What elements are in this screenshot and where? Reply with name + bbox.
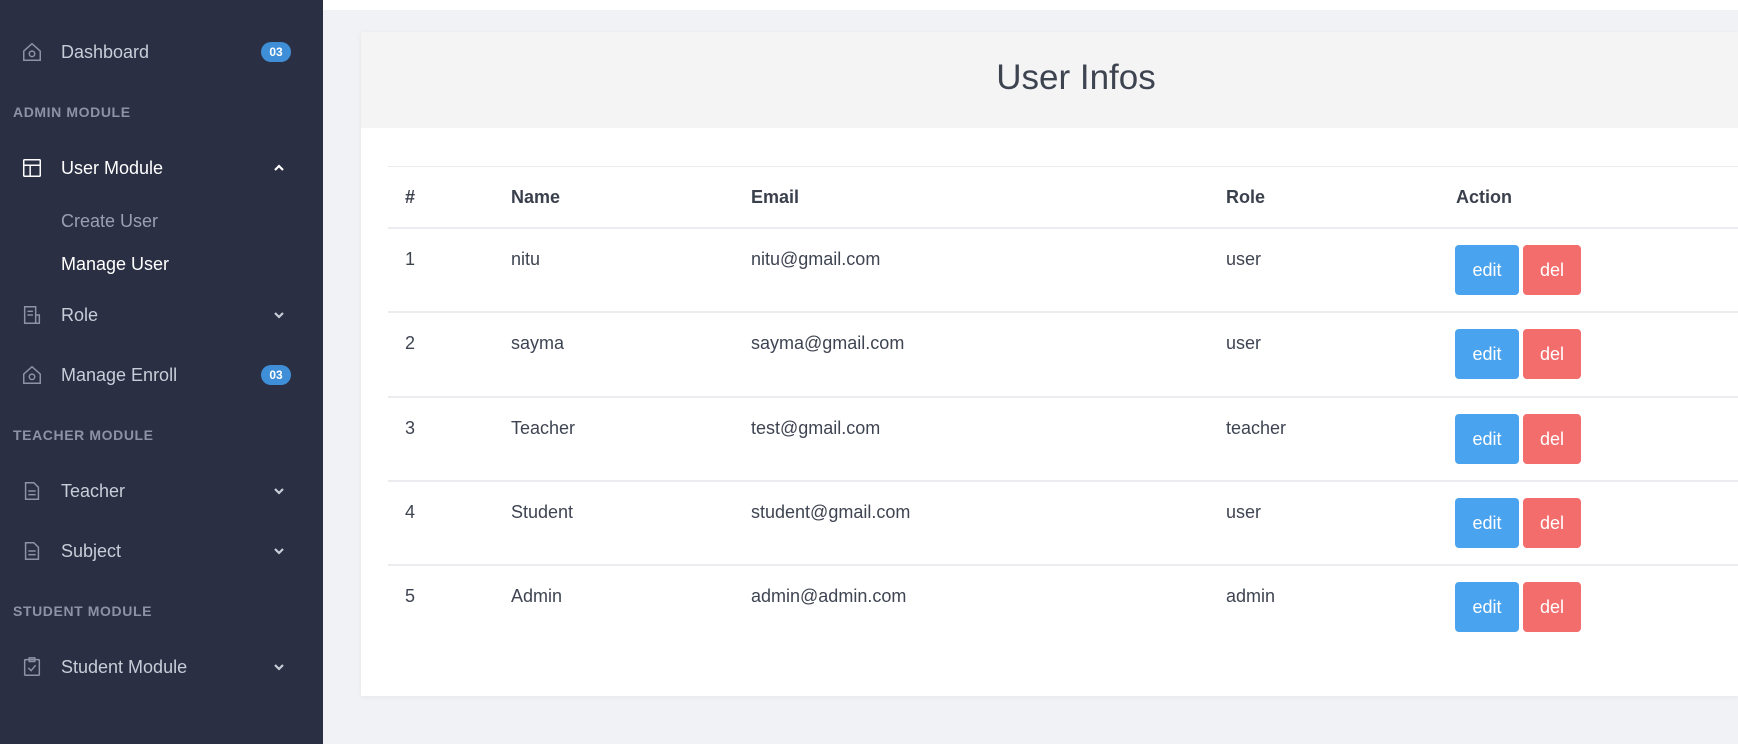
chevron-down-icon [272, 544, 286, 558]
chevron-down-icon [272, 308, 286, 322]
sidebar: Dashboard 03 ADMIN MODULE User Module Cr… [0, 0, 323, 744]
page-title: User Infos [996, 58, 1156, 97]
sidebar-item-label: User Module [61, 157, 164, 178]
row-email: test@gmail.com [751, 418, 881, 438]
column-header-id: # [405, 187, 416, 207]
row-role: user [1226, 333, 1262, 353]
row-name: Teacher [511, 418, 576, 438]
sidebar-item-subject[interactable]: Subject [0, 529, 323, 573]
edit-button[interactable]: edit [1455, 245, 1519, 295]
sidebar-item-label: Student Module [61, 656, 188, 677]
top-bar [323, 0, 1738, 10]
sidebar-item-manage-enroll[interactable]: Manage Enroll 03 [0, 353, 323, 397]
document-icon [20, 303, 44, 327]
sidebar-item-label: Manage Enroll [61, 364, 178, 385]
chevron-down-icon [272, 660, 286, 674]
sidebar-item-dashboard[interactable]: Dashboard 03 [0, 30, 323, 74]
table-row: 1 nitu nitu@gmail.com user edit del [388, 227, 1738, 312]
row-id: 2 [405, 333, 416, 353]
clipboard-check-icon [20, 655, 44, 679]
delete-button[interactable]: del [1523, 414, 1581, 464]
section-heading-student: STUDENT MODULE [13, 603, 153, 619]
row-id: 5 [405, 586, 416, 606]
edit-button[interactable]: edit [1455, 582, 1519, 632]
row-name: Student [511, 502, 574, 522]
sidebar-item-user-module[interactable]: User Module [0, 146, 323, 190]
row-name: nitu [511, 249, 541, 269]
row-email: student@gmail.com [751, 502, 911, 522]
section-heading-admin: ADMIN MODULE [13, 104, 131, 120]
home-icon [20, 363, 44, 387]
table-header-row: # Name Email Role Action [388, 166, 1738, 228]
row-id: 3 [405, 418, 416, 438]
row-role: user [1226, 249, 1262, 269]
row-role: admin [1226, 586, 1276, 606]
sidebar-item-label: Teacher [61, 480, 126, 501]
column-header-action: Action [1456, 187, 1512, 207]
edit-button[interactable]: edit [1455, 329, 1519, 379]
table-row: 3 Teacher test@gmail.com teacher edit de… [388, 396, 1738, 481]
table-row: 2 sayma sayma@gmail.com user edit del [388, 311, 1738, 396]
row-role: user [1226, 502, 1262, 522]
table-row: 4 Student student@gmail.com user edit de… [388, 480, 1738, 565]
row-role: teacher [1226, 418, 1287, 438]
sidebar-item-teacher[interactable]: Teacher [0, 469, 323, 513]
edit-button[interactable]: edit [1455, 498, 1519, 548]
count-badge: 03 [261, 365, 291, 385]
sidebar-item-label: Dashboard [61, 41, 150, 62]
delete-button[interactable]: del [1523, 329, 1581, 379]
sidebar-item-label: Subject [61, 540, 122, 561]
count-badge: 03 [261, 42, 291, 62]
row-name: sayma [511, 333, 565, 353]
sidebar-item-label: Role [61, 304, 99, 325]
chevron-down-icon [272, 484, 286, 498]
edit-button[interactable]: edit [1455, 414, 1519, 464]
delete-button[interactable]: del [1523, 582, 1581, 632]
row-email: nitu@gmail.com [751, 249, 881, 269]
section-heading-teacher: TEACHER MODULE [13, 427, 154, 443]
row-email: sayma@gmail.com [751, 333, 905, 353]
delete-button[interactable]: del [1523, 498, 1581, 548]
column-header-role: Role [1226, 187, 1266, 207]
file-icon [20, 479, 44, 503]
row-id: 1 [405, 249, 416, 269]
sidebar-subitem-manage-user[interactable]: Manage User [61, 254, 169, 275]
file-icon [20, 539, 44, 563]
layout-icon [20, 156, 44, 180]
column-header-name: Name [511, 187, 561, 207]
chevron-up-icon [272, 161, 286, 175]
table-row: 5 Admin admin@admin.com admin edit del [388, 564, 1738, 649]
sidebar-subitem-create-user[interactable]: Create User [61, 211, 158, 232]
home-icon [20, 40, 44, 64]
delete-button[interactable]: del [1523, 245, 1581, 295]
sidebar-item-student-module[interactable]: Student Module [0, 645, 323, 689]
column-header-email: Email [751, 187, 800, 207]
row-name: Admin [511, 586, 563, 606]
sidebar-item-role[interactable]: Role [0, 293, 323, 337]
row-email: admin@admin.com [751, 586, 907, 606]
row-id: 4 [405, 502, 416, 522]
